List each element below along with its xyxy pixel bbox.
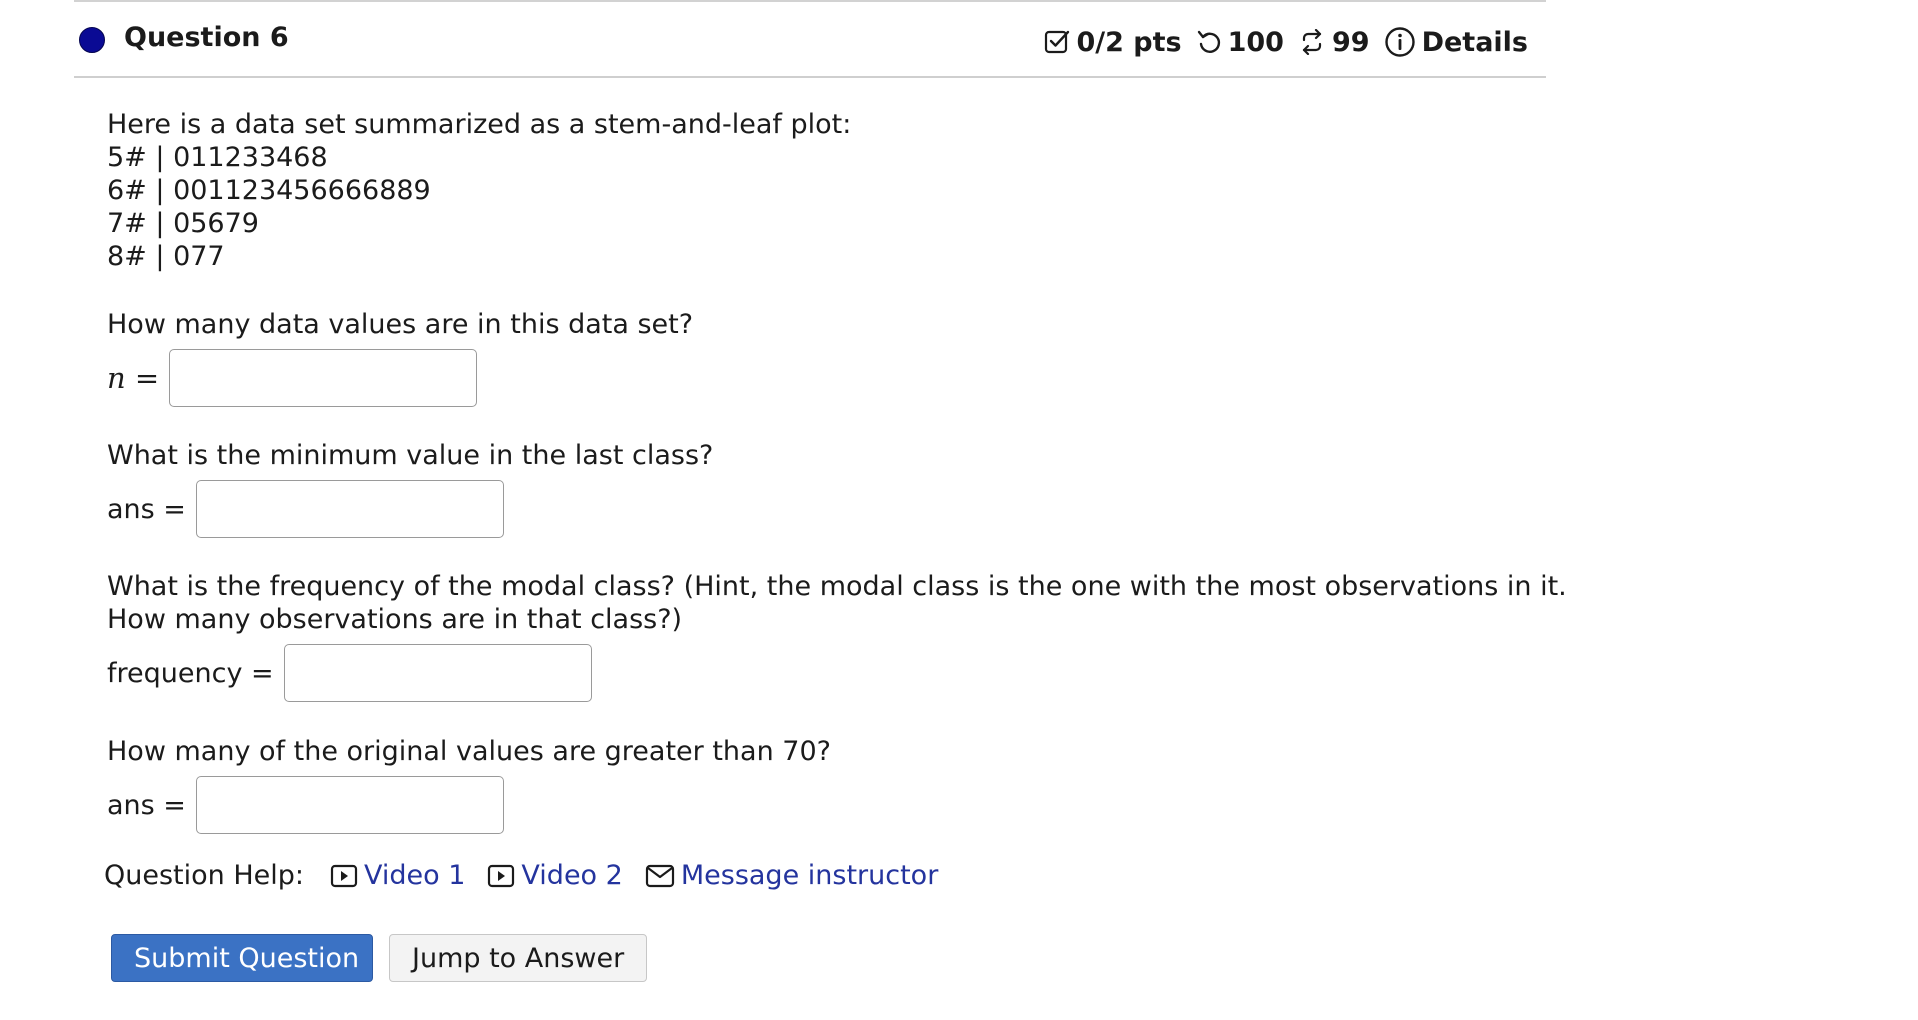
stem-leaf-row: 6# | 001123456666889	[107, 175, 431, 206]
submit-question-button[interactable]: Submit Question	[111, 934, 373, 982]
info-icon	[1384, 27, 1415, 57]
mail-icon	[645, 864, 674, 887]
part1-label: n =	[107, 360, 160, 395]
part3-answer-row: frequency =	[107, 643, 592, 703]
question-header: Question 6 0/2 pts 100 99 Details	[74, 2, 1546, 78]
stem-leaf-row: 7# | 05679	[107, 208, 259, 239]
message-instructor-label: Message instructor	[680, 860, 939, 891]
retries-text: 99	[1331, 26, 1370, 58]
video-2-link[interactable]: Video 2	[487, 860, 623, 891]
video-1-link[interactable]: Video 1	[330, 860, 465, 891]
part3-prompt-line2: How many observations are in that class?…	[107, 604, 683, 635]
stem-leaf-row: 5# | 011233468	[107, 142, 328, 173]
repeat-icon	[1302, 29, 1322, 55]
details-toggle[interactable]: Details	[1384, 26, 1528, 58]
stem-leaf-row: 8# | 077	[107, 241, 225, 272]
question-help: Question Help: Video 1 Video 2 Message i…	[104, 860, 960, 891]
points-indicator: 0/2 pts	[1044, 26, 1182, 58]
question-meta: 0/2 pts 100 99 Details	[1044, 24, 1528, 60]
jump-to-answer-button[interactable]: Jump to Answer	[389, 934, 647, 982]
video-icon	[330, 864, 358, 887]
retries-indicator: 99	[1298, 27, 1370, 58]
details-label: Details	[1421, 26, 1528, 58]
part3-label: frequency =	[107, 657, 274, 689]
part1-answer-row: n =	[107, 348, 478, 408]
part2-label: ans =	[107, 493, 186, 525]
points-text: 0/2 pts	[1076, 26, 1182, 58]
message-instructor-link[interactable]: Message instructor	[645, 860, 938, 891]
part4-answer-row: ans =	[107, 775, 504, 835]
n-input[interactable]	[169, 349, 478, 407]
intro-text: Here is a data set summarized as a stem-…	[107, 109, 852, 140]
status-dot-icon	[79, 27, 105, 53]
attempts-indicator: 100	[1196, 27, 1284, 58]
video-icon	[488, 864, 515, 887]
frequency-input[interactable]	[283, 644, 592, 702]
question-frame: Question 6 0/2 pts 100 99 Details Here i…	[74, 0, 1567, 1020]
min-last-class-input[interactable]	[195, 480, 504, 538]
checkbox-icon	[1045, 30, 1070, 54]
part2-answer-row: ans =	[107, 479, 504, 539]
part1-prompt: How many data values are in this data se…	[107, 309, 694, 340]
stem-leaf-plot: 5# | 011233468 6# | 001123456666889 7# |…	[107, 141, 431, 273]
undo-icon	[1197, 30, 1220, 53]
video-2-label: Video 2	[521, 860, 623, 891]
part2-prompt: What is the minimum value in the last cl…	[107, 440, 714, 471]
part4-prompt: How many of the original values are grea…	[107, 736, 831, 767]
part4-label: ans =	[107, 789, 186, 821]
greater-than-70-input[interactable]	[195, 776, 504, 834]
attempts-text: 100	[1227, 26, 1284, 58]
question-title: Question 6	[124, 22, 289, 53]
part3-prompt-line1: What is the frequency of the modal class…	[107, 571, 1567, 602]
video-1-label: Video 1	[364, 860, 466, 891]
help-label: Question Help:	[104, 860, 304, 891]
